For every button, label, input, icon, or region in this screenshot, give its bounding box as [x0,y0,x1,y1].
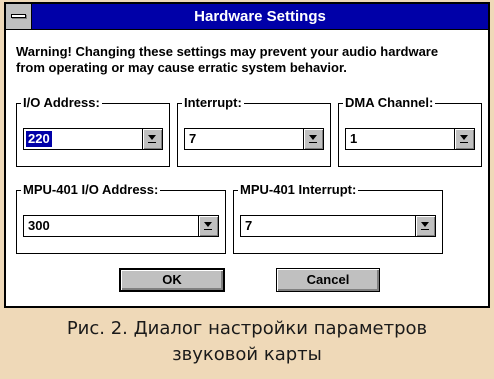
interrupt-group: Interrupt: 7 [177,95,331,167]
dma-channel-select[interactable]: 1 [345,128,475,150]
dropdown-underline-icon [421,229,429,230]
mpu-interrupt-value: 7 [245,218,253,233]
cancel-button[interactable]: Cancel [276,268,380,292]
system-menu-button[interactable] [6,4,32,29]
ok-button[interactable]: OK [119,268,225,292]
hardware-settings-dialog: Hardware Settings Warning! Changing thes… [4,2,490,308]
system-menu-icon [11,14,26,18]
chevron-down-icon [460,135,468,140]
dma-channel-dropdown-button[interactable] [454,129,474,149]
dropdown-underline-icon [204,229,212,230]
warning-line-1: Warning! Changing these settings may pre… [16,44,439,59]
figure-caption-line-2: звуковой карты [172,344,322,365]
mpu-interrupt-dropdown-button[interactable] [415,216,435,236]
dma-channel-label: DMA Channel: [343,95,436,111]
chevron-down-icon [148,135,156,140]
io-address-dropdown-button[interactable] [142,129,162,149]
dma-channel-value: 1 [350,131,358,146]
chevron-down-icon [309,135,317,140]
dropdown-underline-icon [309,142,317,143]
interrupt-dropdown-button[interactable] [303,129,323,149]
chevron-down-icon [421,222,429,227]
interrupt-value: 7 [189,131,197,146]
dropdown-underline-icon [460,142,468,143]
dma-channel-group: DMA Channel: 1 [338,95,482,167]
mpu-interrupt-label: MPU-401 Interrupt: [238,182,359,198]
mpu-io-address-dropdown-button[interactable] [198,216,218,236]
chevron-down-icon [204,222,212,227]
window-title: Hardware Settings [194,8,326,25]
io-address-value: 220 [26,131,52,147]
interrupt-select[interactable]: 7 [184,128,324,150]
mpu-interrupt-select[interactable]: 7 [240,215,436,237]
mpu-io-address-label: MPU-401 I/O Address: [21,182,161,198]
warning-text: Warning! Changing these settings may pre… [16,44,482,76]
mpu-io-address-group: MPU-401 I/O Address: 300 [16,182,226,254]
io-address-group: I/O Address: 220 [16,95,170,167]
mpu-io-address-value: 300 [28,218,50,233]
warning-line-2: from operating or may cause erratic syst… [16,60,347,75]
io-address-select[interactable]: 220 [23,128,163,150]
dropdown-underline-icon [148,142,156,143]
figure-caption-line-1: Рис. 2. Диалог настройки параметров [66,318,428,339]
io-address-label: I/O Address: [21,95,102,111]
mpu-interrupt-group: MPU-401 Interrupt: 7 [233,182,443,254]
figure-caption: Рис. 2. Диалог настройки параметров звук… [0,316,494,368]
mpu-io-address-select[interactable]: 300 [23,215,219,237]
interrupt-label: Interrupt: [182,95,244,111]
title-bar: Hardware Settings [6,4,488,30]
